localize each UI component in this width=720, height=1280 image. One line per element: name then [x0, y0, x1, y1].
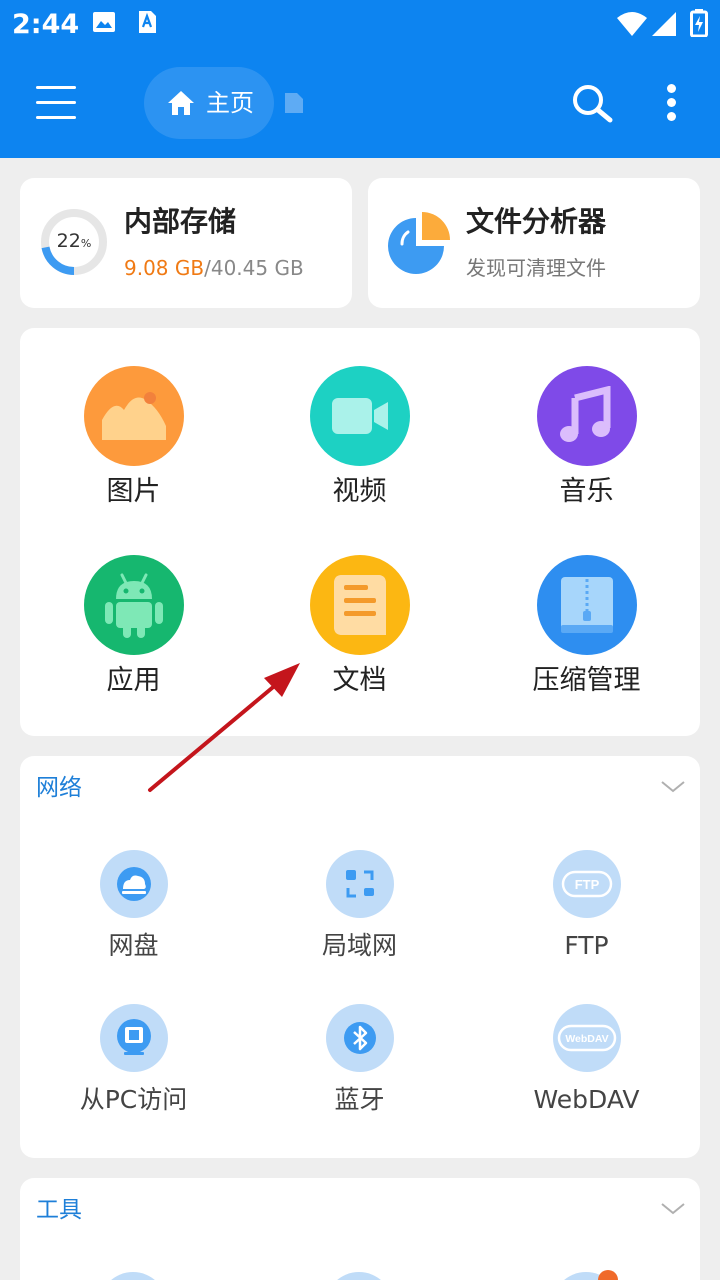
network-item-lan[interactable]: 局域网 [246, 850, 473, 964]
tools-card: 工具 [20, 1178, 700, 1280]
ftp-icon: FTP [561, 870, 612, 898]
file-tab-icon[interactable] [283, 91, 305, 115]
app-header: 2:44 主页 [0, 0, 720, 158]
internal-storage-card[interactable]: 22% 内部存储 9.08 GB/40.45 GB [20, 178, 352, 308]
network-item-label: 局域网 [321, 931, 397, 960]
category-label: 应用 [106, 665, 161, 696]
menu-button[interactable] [36, 86, 76, 120]
category-label: 音乐 [559, 476, 614, 507]
network-item-bluetooth[interactable]: 蓝牙 [246, 1004, 473, 1118]
category-videos[interactable]: 视频 [246, 366, 473, 510]
wifi-icon [617, 12, 647, 36]
file-analyzer-subtitle: 发现可清理文件 [466, 256, 606, 280]
network-item-webdav[interactable]: WebDAV WebDAV [473, 1004, 700, 1118]
network-item-label: FTP [564, 931, 609, 960]
music-icon [559, 386, 610, 442]
video-icon [331, 398, 388, 434]
categories-card: 图片 视频 音乐 应用 文档 压缩管理 [20, 328, 700, 736]
tool-item-2[interactable] [325, 1272, 393, 1280]
file-analyzer-title: 文件分析器 [466, 205, 607, 238]
category-label: 图片 [106, 476, 161, 507]
notification-dot [598, 1270, 618, 1280]
battery-charging-icon [690, 9, 708, 37]
category-apps[interactable]: 应用 [20, 555, 247, 699]
tool-item-1[interactable] [99, 1272, 167, 1280]
tools-section-title: 工具 [36, 1197, 82, 1223]
home-tab-label: 主页 [206, 89, 254, 117]
category-label: 压缩管理 [532, 665, 641, 696]
file-analyzer-card[interactable]: 文件分析器 发现可清理文件 [368, 178, 700, 308]
bluetooth-icon [343, 1022, 376, 1054]
document-icon [333, 575, 386, 635]
category-label: 文档 [332, 665, 387, 696]
network-item-label: 蓝牙 [334, 1085, 385, 1114]
svg-text:WebDAV: WebDAV [565, 1033, 608, 1045]
category-label: 视频 [332, 476, 387, 507]
home-icon [168, 91, 194, 115]
network-item-ftp[interactable]: FTP FTP [473, 850, 700, 964]
category-images[interactable]: 图片 [20, 366, 247, 510]
network-card: 网络 网盘 局域网 FTP FTP 从PC访问 蓝牙 WebDAV WebDAV [20, 756, 700, 1158]
chevron-down-icon[interactable] [660, 1202, 686, 1216]
home-tab[interactable]: 主页 [144, 67, 274, 139]
network-section-title: 网络 [36, 775, 82, 801]
android-icon [104, 573, 163, 638]
network-item-label: WebDAV [533, 1085, 640, 1114]
chevron-down-icon[interactable] [660, 780, 686, 794]
status-time: 2:44 [12, 9, 80, 40]
network-item-cloud[interactable]: 网盘 [20, 850, 247, 964]
more-options-button[interactable] [658, 84, 686, 124]
translate-notification-icon [139, 11, 156, 33]
category-music[interactable]: 音乐 [473, 366, 700, 510]
archive-icon [560, 577, 613, 633]
monitor-icon [116, 1019, 151, 1055]
image-icon [101, 392, 166, 440]
webdav-icon: WebDAV [557, 1024, 616, 1052]
storage-percent: 22% [56, 230, 92, 252]
gallery-notification-icon [93, 12, 115, 32]
network-item-pc-access[interactable]: 从PC访问 [20, 1004, 247, 1118]
svg-text:FTP: FTP [574, 877, 599, 892]
search-icon[interactable] [570, 82, 614, 124]
category-documents[interactable]: 文档 [246, 555, 473, 699]
storage-title: 内部存储 [124, 205, 237, 238]
lan-icon [345, 870, 374, 898]
category-archives[interactable]: 压缩管理 [473, 555, 700, 699]
cloud-icon [116, 867, 151, 901]
storage-usage-text: 9.08 GB/40.45 GB [124, 256, 304, 280]
pie-chart-icon [388, 212, 450, 274]
network-item-label: 网盘 [108, 931, 159, 960]
network-item-label: 从PC访问 [79, 1085, 188, 1114]
signal-icon [652, 12, 676, 36]
